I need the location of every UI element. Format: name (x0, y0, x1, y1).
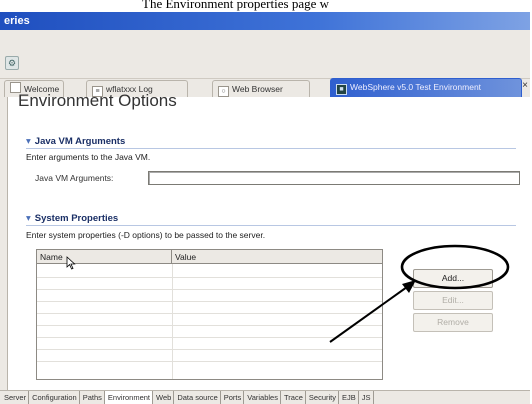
collapse-icon[interactable]: ▾ (26, 136, 31, 147)
bottom-tab-data-source[interactable]: Data source (174, 391, 221, 404)
column-header-name[interactable]: Name (37, 250, 172, 264)
table-row[interactable] (37, 325, 382, 326)
browser-icon: ○ (218, 86, 229, 97)
section-heading-system-properties[interactable]: ▾ System Properties (26, 213, 118, 224)
editor-area: Environment Options ▾ Java VM Arguments E… (7, 91, 530, 393)
eclipse-window: eries ⚙ Welcome ≡ wflatxxx Log ○ Web Brows… (0, 12, 530, 404)
bottom-tab-ports[interactable]: Ports (221, 391, 245, 404)
table-row[interactable] (37, 301, 382, 302)
add-button[interactable]: Add... (413, 269, 493, 288)
section-divider (26, 148, 516, 149)
menu-bar (0, 30, 530, 48)
table-row[interactable] (37, 313, 382, 314)
window-title-bar: eries (0, 12, 530, 30)
table-row[interactable] (37, 289, 382, 290)
tab-label: WebSphere v5.0 Test Environment (350, 82, 482, 92)
collapse-icon[interactable]: ▾ (26, 213, 31, 224)
close-tab-icon[interactable]: × (522, 80, 528, 91)
section-heading-label: System Properties (34, 213, 119, 224)
bottom-tab-trace[interactable]: Trace (281, 391, 306, 404)
system-properties-table[interactable]: Name Value (36, 249, 383, 380)
section-heading-label: Java VM Arguments (34, 136, 126, 147)
perspective-icon[interactable]: ⚙ (5, 56, 19, 70)
section-heading-jvm[interactable]: ▾ Java VM Arguments (26, 136, 125, 147)
jvm-arguments-field[interactable] (148, 171, 520, 185)
tab-web-browser[interactable]: ○ Web Browser (212, 80, 310, 97)
table-row[interactable] (37, 337, 382, 338)
bottom-tab-js[interactable]: JS (359, 391, 374, 404)
tab-websphere-test-environment[interactable]: ■ WebSphere v5.0 Test Environment (330, 78, 522, 98)
edit-button[interactable]: Edit... (413, 291, 493, 310)
table-row[interactable] (37, 277, 382, 278)
remove-button[interactable]: Remove (413, 313, 493, 332)
server-icon: ■ (336, 84, 347, 95)
section-divider (26, 225, 516, 226)
bottom-tab-ejb[interactable]: EJB (339, 391, 359, 404)
tab-label: Web Browser (232, 84, 283, 94)
window-title: eries (4, 15, 30, 27)
table-row[interactable] (37, 361, 382, 362)
mouse-pointer-icon (66, 256, 76, 270)
bottom-tab-security[interactable]: Security (306, 391, 339, 404)
system-properties-description: Enter system properties (-D options) to … (26, 230, 266, 240)
bottom-tab-web[interactable]: Web (153, 391, 175, 404)
page-title: Environment Options (18, 91, 177, 110)
table-row[interactable] (37, 349, 382, 350)
bottom-tab-server[interactable]: Server (0, 391, 30, 404)
bottom-tab-environment[interactable]: Environment (104, 391, 154, 404)
bottom-tab-variables[interactable]: Variables (244, 391, 281, 404)
jvm-arguments-label: Java VM Arguments: (35, 173, 114, 183)
column-header-value[interactable]: Value (172, 250, 382, 264)
toolbar: ⚙ (0, 48, 530, 79)
jvm-description: Enter arguments to the Java VM. (26, 152, 151, 162)
bottom-tab-bar: Server Configuration Paths Environment Web Da… (0, 390, 530, 404)
bottom-tab-configuration[interactable]: Configuration (29, 391, 80, 404)
bottom-tab-paths[interactable]: Paths (80, 391, 105, 404)
